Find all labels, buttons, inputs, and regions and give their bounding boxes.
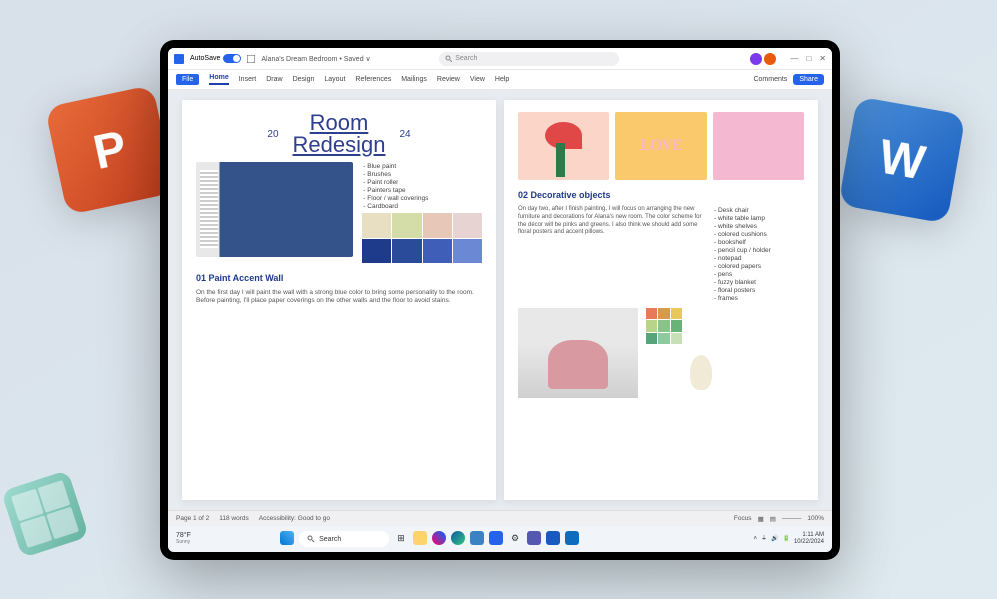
taskbar-search[interactable]: Search (299, 531, 389, 547)
save-icon[interactable] (247, 55, 255, 63)
powerpoint-icon: P (45, 85, 175, 215)
document-name[interactable]: Alana's Dream Bedroom • Saved ∨ (261, 55, 370, 63)
copilot-icon[interactable] (432, 531, 446, 545)
search-placeholder: Search (455, 55, 477, 62)
search-input[interactable]: Search (439, 52, 619, 66)
tab-file[interactable]: File (176, 74, 199, 85)
love-art: LOVE (615, 112, 706, 180)
room-photo (196, 162, 353, 257)
tab-insert[interactable]: Insert (239, 76, 257, 83)
explorer-icon[interactable] (413, 531, 427, 545)
comments-button[interactable]: Comments (753, 76, 787, 83)
window-controls: — □ ✕ (790, 54, 826, 63)
settings-icon[interactable]: ⚙ (508, 531, 522, 545)
decor-list: Desk chairwhite table lamp white shelves… (714, 206, 804, 302)
view-web-icon[interactable]: ▤ (770, 515, 776, 523)
volume-icon[interactable]: 🔊 (771, 536, 778, 543)
ribbon: File Home Insert Draw Design Layout Refe… (168, 70, 832, 90)
color-swatches (646, 308, 682, 344)
shapes-art (713, 112, 804, 180)
year-suffix: 24 (399, 129, 410, 140)
year-prefix: 20 (267, 129, 278, 140)
battery-icon[interactable]: 🔋 (782, 536, 789, 543)
collaborator-avatars[interactable] (750, 53, 776, 65)
avatar[interactable] (750, 53, 762, 65)
wifi-icon[interactable]: ⏚ (761, 536, 767, 543)
flower-art (518, 112, 609, 180)
decorative-swatch-icon (1, 470, 89, 558)
search-icon (307, 535, 315, 543)
focus-mode[interactable]: Focus (734, 515, 752, 522)
tab-help[interactable]: Help (495, 76, 509, 83)
taskbar: 78°F Sunny Search ⊞ ⚙ ˄ ⏚ 🔊 🔋 (168, 526, 832, 552)
system-tray[interactable]: ˄ ⏚ 🔊 🔋 1:11 AM 10/22/2024 (753, 532, 824, 545)
zoom-level[interactable]: 100% (807, 515, 824, 522)
accessibility-status[interactable]: Accessibility: Good to go (259, 515, 330, 522)
word-count[interactable]: 118 words (219, 515, 249, 522)
word-app-icon: W (838, 96, 965, 223)
store-icon[interactable] (470, 531, 484, 545)
screen: AutoSave Alana's Dream Bedroom • Saved ∨… (168, 48, 832, 552)
view-print-icon[interactable]: ▦ (758, 515, 764, 523)
photos-icon[interactable] (489, 531, 503, 545)
paint-swatches (362, 213, 482, 263)
body-paragraph: On day two, after I finish painting, I w… (518, 206, 704, 237)
statusbar: Page 1 of 2 118 words Accessibility: Goo… (168, 510, 832, 526)
page-indicator[interactable]: Page 1 of 2 (176, 515, 209, 522)
tablet-frame: AutoSave Alana's Dream Bedroom • Saved ∨… (160, 40, 840, 560)
start-button[interactable] (280, 531, 294, 545)
avatar[interactable] (764, 53, 776, 65)
edge-icon[interactable] (451, 531, 465, 545)
weather-widget[interactable]: 78°F Sunny (176, 532, 191, 545)
word-doc-icon (174, 54, 184, 64)
autosave-toggle[interactable]: AutoSave (190, 54, 241, 63)
outlook-icon[interactable] (565, 531, 579, 545)
page-1: 20 Room Redesign 24 Blue paintBrushes Pa… (182, 100, 496, 500)
body-paragraph: On the first day I will paint the wall w… (196, 289, 482, 306)
section-heading: 01 Paint Accent Wall (196, 273, 482, 283)
maximize-button[interactable]: □ (806, 54, 811, 63)
section-heading: 02 Decorative objects (518, 190, 804, 200)
close-button[interactable]: ✕ (819, 54, 826, 63)
autosave-label: AutoSave (190, 55, 220, 62)
tab-view[interactable]: View (470, 76, 485, 83)
page-2: LOVE 02 Decorative objects On day two, a… (504, 100, 818, 500)
search-icon (445, 55, 452, 62)
tab-layout[interactable]: Layout (324, 76, 345, 83)
teams-icon[interactable] (527, 531, 541, 545)
tab-mailings[interactable]: Mailings (401, 76, 427, 83)
page-title: Room Redesign (293, 112, 386, 156)
zoom-slider[interactable]: ——— (782, 515, 802, 522)
lamp-photo (690, 355, 712, 390)
tab-home[interactable]: Home (209, 74, 228, 85)
chevron-up-icon[interactable]: ˄ (753, 536, 757, 543)
document-canvas[interactable]: 20 Room Redesign 24 Blue paintBrushes Pa… (168, 90, 832, 510)
tab-draw[interactable]: Draw (266, 76, 282, 83)
tab-references[interactable]: References (355, 76, 391, 83)
chair-photo (518, 308, 638, 398)
tab-design[interactable]: Design (293, 76, 315, 83)
word-icon[interactable] (546, 531, 560, 545)
art-gallery: LOVE (518, 112, 804, 180)
titlebar: AutoSave Alana's Dream Bedroom • Saved ∨… (168, 48, 832, 70)
minimize-button[interactable]: — (790, 54, 798, 63)
tab-review[interactable]: Review (437, 76, 460, 83)
share-button[interactable]: Share (793, 74, 824, 85)
clock[interactable]: 1:11 AM 10/22/2024 (794, 532, 824, 545)
task-view-icon[interactable]: ⊞ (394, 531, 408, 545)
